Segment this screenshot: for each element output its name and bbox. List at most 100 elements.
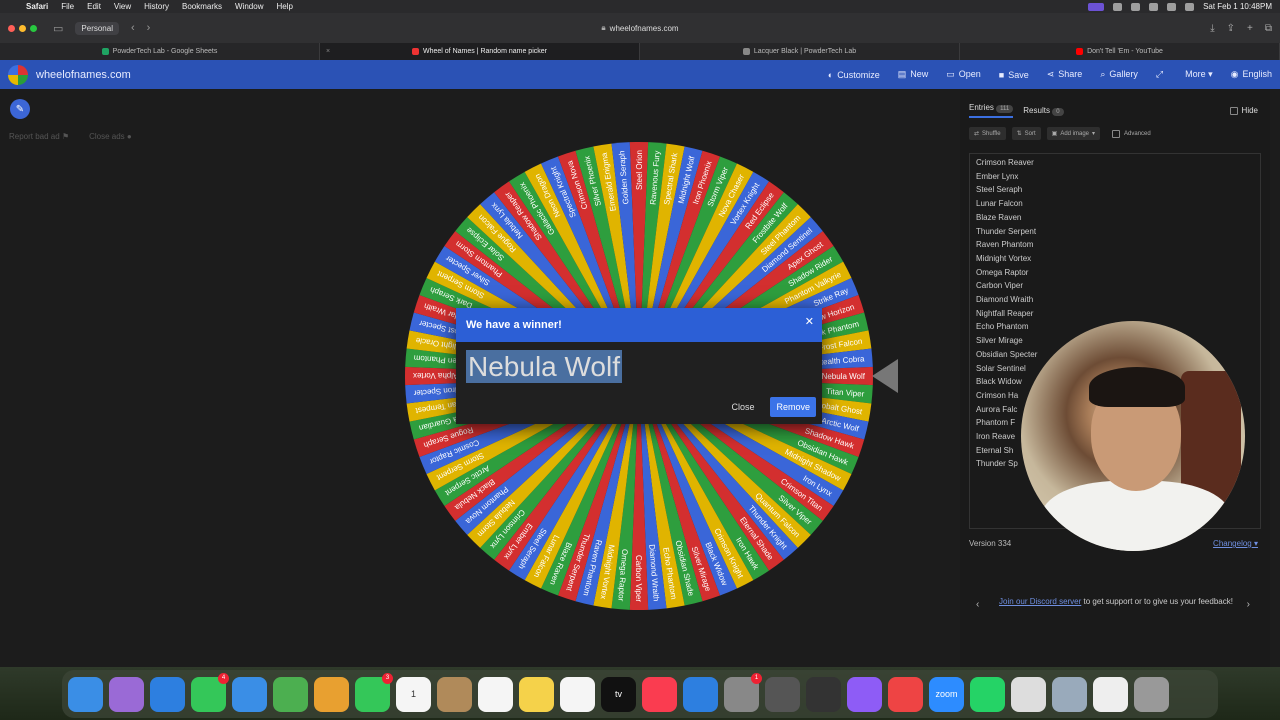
browser-tab[interactable]: Don't Tell 'Em - YouTube — [960, 43, 1280, 60]
sort-button[interactable]: ⇅ Sort — [1011, 127, 1041, 140]
share-icon[interactable]: ⇪ — [1227, 23, 1235, 34]
site-name[interactable]: wheelofnames.com — [36, 69, 131, 81]
search-icon[interactable] — [1167, 2, 1177, 11]
entry-line[interactable]: Omega Raptor — [976, 266, 1254, 280]
messenger-icon[interactable] — [847, 676, 882, 712]
close-window-button[interactable] — [8, 25, 15, 32]
download-icon[interactable]: ⤓ — [1210, 23, 1214, 34]
entry-line[interactable]: Nightfall Reaper — [976, 307, 1254, 321]
entry-line[interactable]: Diamond Wraith — [976, 293, 1254, 307]
report-ad-link[interactable]: Report bad ad ⚑ — [9, 132, 69, 141]
menu-edit[interactable]: Edit — [87, 2, 101, 11]
wifi-icon[interactable] — [1149, 2, 1159, 11]
entry-line[interactable]: Midnight Vortex — [976, 252, 1254, 266]
entry-line[interactable]: Crimson Reaver — [976, 156, 1254, 170]
app-store-icon[interactable] — [683, 676, 718, 712]
entry-line[interactable]: Thunder Serpent — [976, 225, 1254, 239]
barcode-icon[interactable] — [888, 676, 923, 712]
photos-icon[interactable] — [314, 676, 349, 712]
hide-toggle[interactable]: Hide — [1229, 106, 1258, 115]
shuffle-button[interactable]: ⇄ Shuffle — [969, 127, 1006, 140]
trash-icon[interactable] — [1134, 676, 1169, 712]
notes-icon[interactable] — [519, 676, 554, 712]
entry-line[interactable]: Ember Lynx — [976, 170, 1254, 184]
chrome-icon[interactable] — [1011, 676, 1046, 712]
iphone-mirroring-icon[interactable] — [765, 676, 800, 712]
menu-new[interactable]: ▤ New — [898, 69, 929, 80]
maps-icon[interactable] — [273, 676, 308, 712]
tab-results[interactable]: Results 0 — [1023, 106, 1064, 116]
entry-line[interactable]: Lunar Falcon — [976, 197, 1254, 211]
menu-save[interactable]: ■ Save — [999, 70, 1029, 80]
finder-icon[interactable] — [68, 676, 103, 712]
preview-icon[interactable] — [1052, 676, 1087, 712]
menu-file[interactable]: File — [61, 2, 74, 11]
facetime-icon[interactable]: 3 — [355, 672, 393, 712]
entry-line[interactable]: Blaze Raven — [976, 211, 1254, 225]
menu-more[interactable]: More ▾ — [1185, 69, 1213, 80]
entry-line[interactable]: Raven Phantom — [976, 238, 1254, 252]
address-bar[interactable]: 🔒︎ wheelofnames.com — [380, 19, 900, 37]
close-ads-link[interactable]: Close ads ● — [89, 132, 132, 141]
menu-fullscreen-icon[interactable]: ⤢ — [1156, 69, 1167, 80]
profile-selector[interactable]: Personal — [75, 21, 119, 35]
contacts-icon[interactable] — [437, 676, 472, 712]
mail-icon[interactable] — [232, 676, 267, 712]
tab-overview-icon[interactable]: ⧉ — [1265, 23, 1272, 34]
menu-window[interactable]: Window — [235, 2, 263, 11]
close-icon[interactable]: ✕ — [805, 315, 814, 328]
advanced-checkbox[interactable] — [1112, 129, 1121, 138]
menu-bookmarks[interactable]: Bookmarks — [182, 2, 222, 11]
menu-gallery[interactable]: ⌕ Gallery — [1100, 69, 1138, 80]
status-icon[interactable] — [1113, 2, 1123, 11]
control-center-icon[interactable] — [1185, 2, 1195, 11]
chevron-right-icon[interactable]: › — [1247, 599, 1250, 610]
menu-app-name[interactable]: Safari — [26, 2, 48, 11]
remove-button[interactable]: Remove — [770, 397, 816, 417]
status-icon[interactable] — [1131, 2, 1141, 11]
entry-line[interactable]: Carbon Viper — [976, 279, 1254, 293]
close-tab-icon[interactable]: × — [326, 48, 330, 55]
menu-open[interactable]: ▭ Open — [946, 69, 981, 80]
menu-share[interactable]: ⋖ Share — [1047, 69, 1083, 80]
browser-tab[interactable]: Lacquer Black | PowderTech Lab — [640, 43, 960, 60]
menu-view[interactable]: View — [114, 2, 131, 11]
wheel-logo-icon[interactable] — [8, 64, 28, 85]
zoom-icon[interactable]: zoom — [929, 676, 964, 712]
clock[interactable]: Sat Feb 1 10:48PM — [1203, 2, 1272, 11]
safari-icon[interactable] — [150, 676, 185, 712]
hide-checkbox[interactable] — [1229, 106, 1238, 115]
menu-help[interactable]: Help — [276, 2, 292, 11]
tv-icon[interactable]: tv — [601, 676, 636, 712]
system-settings-icon[interactable]: 1 — [724, 672, 762, 712]
browser-tab-active[interactable]: × Wheel of Names | Random name picker — [320, 43, 640, 60]
back-icon[interactable]: ‹ — [131, 22, 135, 34]
reminders-icon[interactable] — [478, 676, 513, 712]
new-tab-icon[interactable]: + — [1247, 23, 1253, 34]
chevron-left-icon[interactable]: ‹ — [976, 599, 979, 610]
document-icon[interactable] — [1093, 676, 1128, 712]
advanced-toggle[interactable]: Advanced — [1112, 129, 1151, 138]
music-icon[interactable] — [642, 676, 677, 712]
calendar-icon[interactable]: 1 — [396, 676, 431, 712]
forward-icon[interactable]: › — [147, 22, 151, 34]
screen-recording-icon[interactable] — [1088, 2, 1105, 11]
menu-english[interactable]: ◉ English — [1231, 69, 1272, 80]
whatsapp-icon[interactable] — [970, 676, 1005, 712]
zoom-window-button[interactable] — [30, 25, 37, 32]
menu-history[interactable]: History — [144, 2, 169, 11]
launchpad-icon[interactable] — [109, 676, 144, 712]
tab-entries[interactable]: Entries 111 — [969, 103, 1014, 118]
minimize-window-button[interactable] — [19, 25, 26, 32]
freeform-icon[interactable] — [560, 676, 595, 712]
edit-pencil-icon[interactable]: ✎ — [10, 99, 30, 119]
sidebar-toggle-icon[interactable]: ▭ — [53, 22, 63, 35]
browser-tab[interactable]: PowderTech Lab - Google Sheets — [0, 43, 320, 60]
add-image-button[interactable]: ▣ Add image ▾ — [1046, 127, 1101, 140]
discord-link[interactable]: Join our Discord server — [999, 597, 1081, 606]
entry-line[interactable]: Steel Seraph — [976, 183, 1254, 197]
menu-customize[interactable]: ◐ Customize — [828, 70, 880, 80]
winner-name[interactable]: Nebula Wolf — [466, 350, 623, 383]
calculator-icon[interactable] — [806, 676, 841, 712]
close-button[interactable]: Close — [725, 398, 760, 416]
